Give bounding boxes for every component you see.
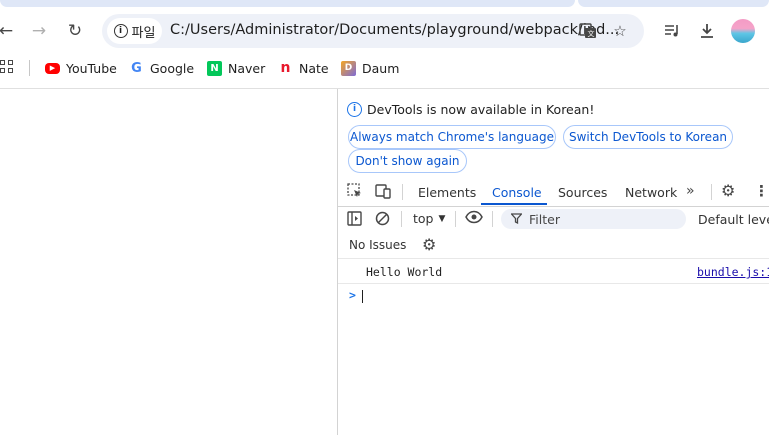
info-icon: i (113, 24, 128, 38)
bookmark-youtube[interactable]: ▶ YouTube (45, 59, 117, 77)
site-info-label: 파일 (131, 25, 156, 41)
text-cursor (362, 290, 363, 303)
reload-icon[interactable]: ↻ (63, 19, 87, 43)
console-prompt-chevron-icon: > (349, 288, 356, 302)
tab-sources[interactable]: Sources (558, 185, 607, 200)
info-icon: i (347, 102, 362, 117)
notice-text: DevTools is now available in Korean! (367, 102, 595, 117)
svg-text:文: 文 (588, 29, 595, 38)
active-tab-indicator (481, 203, 547, 205)
issues-label[interactable]: No Issues (349, 238, 406, 252)
naver-icon: N (207, 60, 222, 76)
back-icon[interactable]: ← (0, 19, 18, 43)
console-message-text: Hello World (366, 265, 443, 279)
forward-icon[interactable]: → (27, 19, 51, 43)
filter-placeholder: Filter (529, 211, 560, 227)
dont-show-again-button[interactable]: Don't show again (348, 149, 467, 173)
google-icon: G (131, 60, 142, 76)
switch-to-korean-button[interactable]: Switch DevTools to Korean (563, 125, 733, 149)
bookmark-label: Nate (299, 60, 329, 76)
divider (711, 184, 712, 200)
tab-console[interactable]: Console (492, 185, 542, 200)
bookmark-label: Daum (362, 60, 400, 76)
always-match-language-button[interactable]: Always match Chrome's language (348, 125, 556, 149)
bookmark-label: Google (150, 60, 195, 76)
divider (338, 283, 769, 284)
divider (402, 184, 403, 200)
log-levels-dropdown[interactable]: Default levels (698, 212, 769, 227)
tab-strip-edge (578, 0, 769, 7)
clear-console-icon[interactable] (375, 211, 390, 230)
bookmark-nate[interactable]: n Nate (278, 59, 329, 77)
address-bar[interactable]: i 파일 C:/Users/Administrator/Documents/pl… (102, 14, 644, 48)
bookmark-google[interactable]: G Google (129, 59, 194, 77)
device-toolbar-icon[interactable] (375, 183, 392, 203)
url-text[interactable]: C:/Users/Administrator/Documents/playgro… (170, 22, 619, 38)
more-tabs-icon[interactable]: » (686, 183, 695, 199)
devtools-panel: i DevTools is now available in Korean! A… (337, 89, 769, 435)
sidebar-toggle-icon[interactable] (347, 211, 362, 230)
divider (455, 211, 456, 227)
divider (338, 258, 769, 259)
divider (492, 211, 493, 227)
apps-icon[interactable] (0, 60, 14, 74)
bookmark-label: YouTube (66, 60, 117, 76)
profile-avatar[interactable] (731, 19, 755, 43)
bookmark-star-icon[interactable]: ☆ (610, 21, 630, 41)
reading-list-icon[interactable] (660, 19, 684, 43)
youtube-icon: ▶ (45, 62, 60, 74)
more-options-icon[interactable]: ⋮ (754, 182, 769, 200)
nate-icon: n (280, 60, 291, 76)
live-expression-eye-icon[interactable] (465, 210, 483, 228)
language-notice: i DevTools is now available in Korean! (347, 102, 594, 117)
tab-network[interactable]: Network (625, 185, 677, 200)
site-info-chip[interactable]: i 파일 (107, 18, 162, 44)
console-settings-gear-icon[interactable]: ⚙ (422, 235, 436, 254)
filter-funnel-icon (510, 212, 523, 227)
bookmark-daum[interactable]: D Daum (341, 59, 399, 77)
dropdown-arrow-icon: ▼ (438, 213, 446, 224)
inspect-element-icon[interactable] (347, 183, 363, 203)
context-label: top (413, 211, 434, 226)
console-input[interactable] (362, 290, 752, 304)
devtools-tab-bar: Elements Console Sources Network » ⚙ ⋮ (338, 179, 769, 207)
console-message-source-link[interactable]: bundle.js:15 (697, 265, 769, 279)
settings-gear-icon[interactable]: ⚙ (721, 181, 735, 200)
tab-strip-edge (0, 0, 575, 7)
tab-elements[interactable]: Elements (418, 185, 476, 200)
daum-icon: D (341, 60, 356, 76)
context-selector[interactable]: top ▼ (413, 211, 445, 226)
filter-input[interactable]: Filter (501, 209, 686, 229)
translate-icon[interactable]: 文 (578, 21, 598, 41)
bookmark-naver[interactable]: N Naver (207, 59, 265, 77)
browser-toolbar: ← → ↻ i 파일 C:/Users/Administrator/Docume… (0, 0, 769, 88)
divider (401, 211, 402, 227)
bookmark-separator (29, 60, 30, 76)
download-icon[interactable] (695, 19, 719, 43)
bookmark-label: Naver (228, 60, 266, 76)
